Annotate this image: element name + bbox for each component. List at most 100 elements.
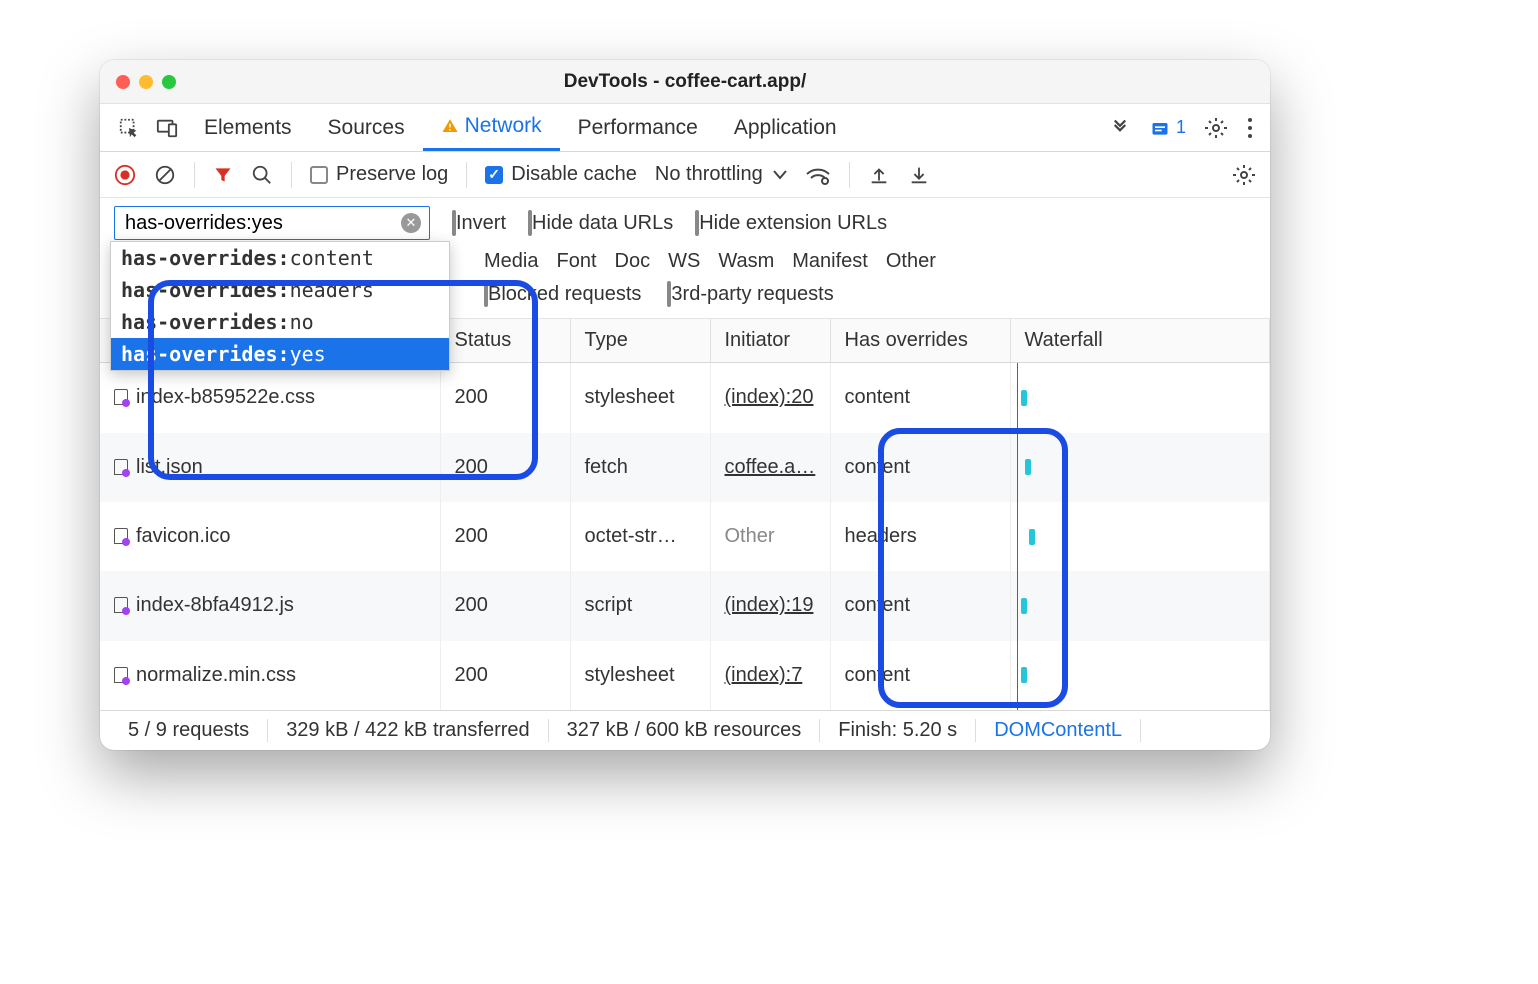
more-tabs-icon[interactable] bbox=[1108, 119, 1132, 137]
filter-suggestion-item[interactable]: has-overrides:no bbox=[111, 306, 449, 338]
filter-suggestions-dropdown: has-overrides:contenthas-overrides:heade… bbox=[110, 241, 450, 371]
blocked-requests-checkbox[interactable]: Blocked requests bbox=[484, 283, 641, 306]
search-icon[interactable] bbox=[251, 164, 273, 186]
filter-suggestion-item[interactable]: has-overrides:content bbox=[111, 242, 449, 274]
tab-sources[interactable]: Sources bbox=[310, 104, 423, 151]
close-window-button[interactable] bbox=[116, 75, 130, 89]
minimize-window-button[interactable] bbox=[139, 75, 153, 89]
throttling-select[interactable]: No throttling bbox=[655, 163, 787, 186]
cell-has-overrides: content bbox=[830, 571, 1010, 640]
cell-initiator: (index):7 bbox=[710, 641, 830, 710]
device-toggle-icon[interactable] bbox=[148, 117, 186, 139]
cell-has-overrides: content bbox=[830, 363, 1010, 433]
window-titlebar: DevTools - coffee-cart.app/ bbox=[100, 60, 1270, 104]
tab-application[interactable]: Application bbox=[716, 104, 855, 151]
preserve-log-checkbox[interactable]: Preserve log bbox=[310, 163, 448, 186]
cell-name: favicon.ico bbox=[100, 502, 440, 571]
clear-button[interactable] bbox=[154, 164, 176, 186]
status-finish: Finish: 5.20 s bbox=[820, 719, 976, 742]
filter-text-field[interactable] bbox=[123, 211, 401, 236]
table-row[interactable]: index-8bfa4912.js200script (index):19 cont… bbox=[100, 571, 1270, 640]
cell-status: 200 bbox=[440, 641, 570, 710]
initiator-link[interactable]: coffee.a… bbox=[725, 456, 816, 478]
cell-status: 200 bbox=[440, 571, 570, 640]
type-filter-doc[interactable]: Doc bbox=[615, 250, 651, 273]
cell-name: index-8bfa4912.js bbox=[100, 571, 440, 640]
file-override-icon bbox=[114, 459, 128, 475]
status-transferred: 329 kB / 422 kB transferred bbox=[268, 719, 548, 742]
cell-initiator: (index):20 bbox=[710, 363, 830, 433]
cell-name: normalize.min.css bbox=[100, 641, 440, 710]
type-filter-other[interactable]: Other bbox=[886, 250, 936, 273]
table-row[interactable]: index-b859522e.css200stylesheet(index):2… bbox=[100, 363, 1270, 433]
download-har-icon[interactable] bbox=[908, 164, 930, 186]
table-row[interactable]: list.json200fetchcoffee.a…content bbox=[100, 433, 1270, 502]
filter-input[interactable]: ✕ has-overrides:contenthas-overrides:hea… bbox=[114, 206, 430, 240]
initiator-link[interactable]: (index):19 bbox=[725, 594, 814, 616]
column-header-initiator[interactable]: Initiator bbox=[710, 319, 830, 363]
issues-badge[interactable]: 1 bbox=[1150, 117, 1186, 138]
third-party-checkbox[interactable]: 3rd-party requests bbox=[667, 283, 833, 306]
cell-status: 200 bbox=[440, 502, 570, 571]
cell-waterfall bbox=[1010, 502, 1270, 571]
file-override-icon bbox=[114, 667, 128, 683]
table-row[interactable]: favicon.ico200octet-str…Otherheaders bbox=[100, 502, 1270, 571]
cell-waterfall bbox=[1010, 363, 1270, 433]
cell-type: fetch bbox=[570, 433, 710, 502]
initiator-link[interactable]: (index):20 bbox=[725, 386, 814, 408]
network-settings-icon[interactable] bbox=[1232, 163, 1256, 187]
file-override-icon bbox=[114, 389, 128, 405]
filter-suggestion-item[interactable]: has-overrides:yes bbox=[111, 338, 449, 370]
type-filter-wasm[interactable]: Wasm bbox=[718, 250, 774, 273]
tab-performance[interactable]: Performance bbox=[560, 104, 716, 151]
cell-name: list.json bbox=[100, 433, 440, 502]
settings-icon[interactable] bbox=[1204, 116, 1228, 140]
issues-count: 1 bbox=[1176, 117, 1186, 138]
column-header-has-overrides[interactable]: Has overrides bbox=[830, 319, 1010, 363]
record-button[interactable] bbox=[114, 164, 136, 186]
traffic-lights bbox=[116, 75, 176, 89]
network-conditions-icon[interactable] bbox=[805, 164, 831, 186]
main-tabs: Elements Sources Network Performance App… bbox=[100, 104, 1270, 152]
cell-type: octet-str… bbox=[570, 502, 710, 571]
column-header-type[interactable]: Type bbox=[570, 319, 710, 363]
type-filter-font[interactable]: Font bbox=[556, 250, 596, 273]
cell-waterfall bbox=[1010, 641, 1270, 710]
invert-checkbox[interactable]: Invert bbox=[452, 212, 506, 235]
column-header-waterfall[interactable]: Waterfall bbox=[1010, 319, 1270, 363]
tab-network[interactable]: Network bbox=[423, 104, 560, 151]
cell-type: stylesheet bbox=[570, 363, 710, 433]
clear-filter-icon[interactable]: ✕ bbox=[401, 213, 421, 233]
cell-initiator: Other bbox=[710, 502, 830, 571]
type-filter-manifest[interactable]: Manifest bbox=[792, 250, 868, 273]
file-override-icon bbox=[114, 528, 128, 544]
request-table: NameStatusTypeInitiatorHas overridesWate… bbox=[100, 319, 1270, 710]
status-resources: 327 kB / 600 kB resources bbox=[549, 719, 821, 742]
inspect-icon[interactable] bbox=[110, 117, 148, 139]
cell-name: index-b859522e.css bbox=[100, 363, 440, 433]
cell-waterfall bbox=[1010, 433, 1270, 502]
hide-extension-urls-checkbox[interactable]: Hide extension URLs bbox=[695, 212, 887, 235]
kebab-menu-icon[interactable] bbox=[1246, 117, 1254, 139]
window-title: DevTools - coffee-cart.app/ bbox=[116, 71, 1254, 93]
cell-status: 200 bbox=[440, 433, 570, 502]
devtools-window: DevTools - coffee-cart.app/ Elements Sou… bbox=[100, 60, 1270, 750]
cell-has-overrides: content bbox=[830, 641, 1010, 710]
column-header-status[interactable]: Status bbox=[440, 319, 570, 363]
initiator-link[interactable]: (index):7 bbox=[725, 664, 803, 686]
tab-network-label: Network bbox=[465, 114, 542, 138]
upload-har-icon[interactable] bbox=[868, 164, 890, 186]
table-row[interactable]: normalize.min.css200stylesheet (index):7 c… bbox=[100, 641, 1270, 710]
type-filter-row: Media Font Doc WS Wasm Manifest Other bbox=[484, 240, 1256, 283]
tab-elements[interactable]: Elements bbox=[186, 104, 310, 151]
zoom-window-button[interactable] bbox=[162, 75, 176, 89]
cell-type: stylesheet bbox=[570, 641, 710, 710]
disable-cache-checkbox[interactable]: Disable cache bbox=[485, 163, 637, 186]
filter-icon[interactable] bbox=[213, 165, 233, 185]
type-filter-media[interactable]: Media bbox=[484, 250, 538, 273]
network-toolbar: Preserve log Disable cache No throttling bbox=[100, 152, 1270, 198]
filter-suggestion-item[interactable]: has-overrides:headers bbox=[111, 274, 449, 306]
cell-type: script bbox=[570, 571, 710, 640]
type-filter-ws[interactable]: WS bbox=[668, 250, 700, 273]
hide-data-urls-checkbox[interactable]: Hide data URLs bbox=[528, 212, 673, 235]
